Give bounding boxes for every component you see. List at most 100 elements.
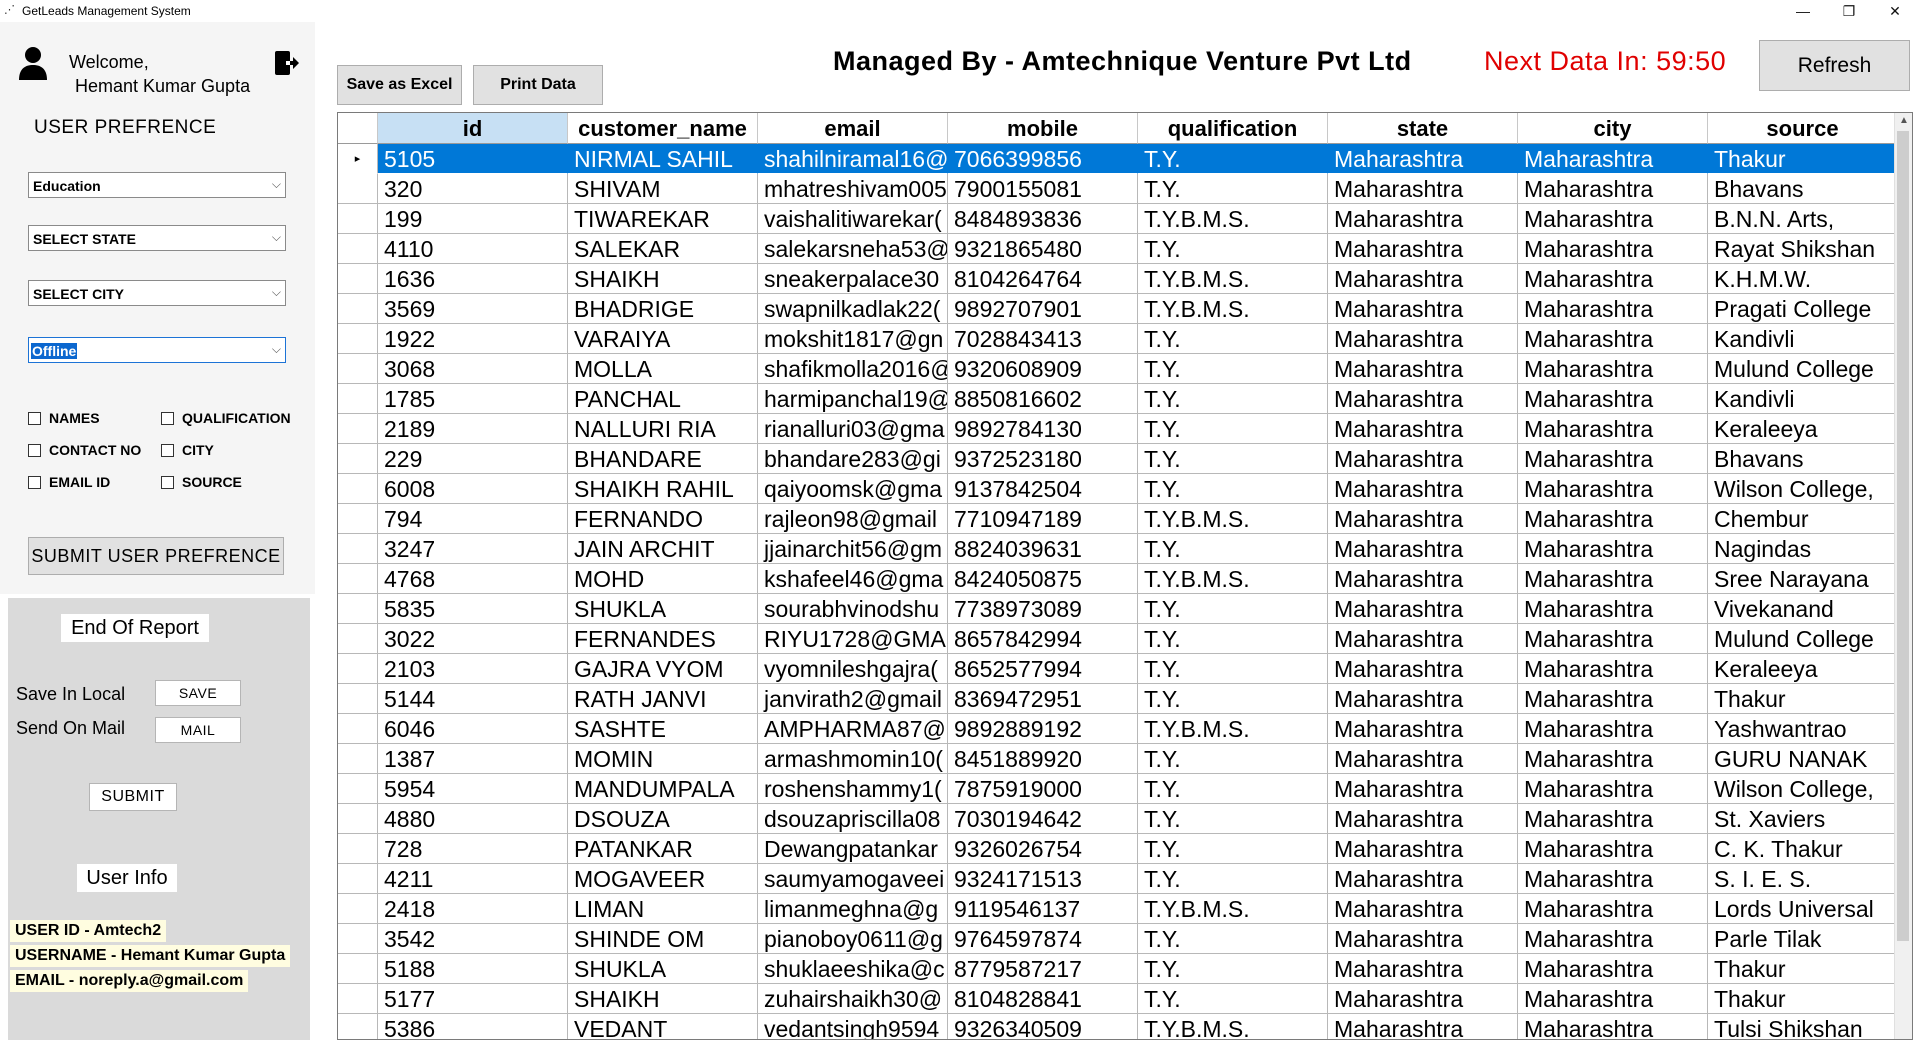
cell-email[interactable]: shuklaeeshika@c [758,954,948,984]
cell-qualification[interactable]: T.Y. [1138,954,1328,984]
maximize-button[interactable]: ❐ [1826,0,1872,22]
cell-mobile[interactable]: 8424050875 [948,564,1138,594]
cell-qualification[interactable]: T.Y. [1138,594,1328,624]
cell-qualification[interactable]: T.Y. [1138,804,1328,834]
cell-qualification[interactable]: T.Y. [1138,534,1328,564]
cell-city[interactable]: Maharashtra [1518,324,1708,354]
cell-city[interactable]: Maharashtra [1518,594,1708,624]
cell-id[interactable]: 3247 [378,534,568,564]
table-row[interactable]: 320 SHIVAM mhatreshivam005 7900155081 T.Y. Ma… [338,174,1898,204]
cell-email[interactable]: kshafeel46@gma [758,564,948,594]
print-data-button[interactable]: Print Data [473,65,603,105]
table-row[interactable]: 794 FERNANDO rajleon98@gmail 7710947189 T.Y.… [338,504,1898,534]
cell-qualification[interactable]: T.Y. [1138,174,1328,204]
cell-email[interactable]: saumyamogaveei [758,864,948,894]
row-header[interactable] [338,534,378,564]
cell-source[interactable]: Bhavans [1708,174,1898,204]
table-row[interactable]: 2418 LIMAN limanmeghna@g 9119546137 T.Y.B.M.… [338,894,1898,924]
cell-city[interactable]: Maharashtra [1518,864,1708,894]
table-row[interactable]: 1387 MOMIN armashmomin10(8451889920 T.Y. Mah… [338,744,1898,774]
cell-customer-name[interactable]: VARAIYA [568,324,758,354]
cell-email[interactable]: sneakerpalace30 [758,264,948,294]
row-header[interactable] [338,984,378,1014]
cell-email[interactable]: roshenshammy1( [758,774,948,804]
cell-email[interactable]: rianalluri03@gma [758,414,948,444]
minimize-button[interactable]: — [1780,0,1826,22]
cell-mobile[interactable]: 9372523180 [948,444,1138,474]
table-row[interactable]: 3247 JAIN ARCHIT jjainarchit56@gm 882403963… [338,534,1898,564]
state-dropdown[interactable]: SELECT STATE ⌵ [28,225,286,251]
column-header-qualification[interactable]: qualification [1138,113,1328,144]
cell-mobile[interactable]: 9119546137 [948,894,1138,924]
table-row[interactable]: 2189 NALLURI RIA rianalluri03@gma 989278413… [338,414,1898,444]
cell-source[interactable]: Wilson College, [1708,774,1898,804]
cell-mobile[interactable]: 8104264764 [948,264,1138,294]
cell-source[interactable]: Parle Tilak [1708,924,1898,954]
cell-state[interactable]: Maharashtra [1328,834,1518,864]
cell-customer-name[interactable]: FERNANDO [568,504,758,534]
table-row[interactable]: 5144 RATH JANVI janvirath2@gmail 8369472951… [338,684,1898,714]
cell-city[interactable]: Maharashtra [1518,234,1708,264]
cell-qualification[interactable]: T.Y. [1138,384,1328,414]
cell-qualification[interactable]: T.Y.B.M.S. [1138,204,1328,234]
cell-city[interactable]: Maharashtra [1518,924,1708,954]
cell-mobile[interactable]: 8657842994 [948,624,1138,654]
cell-id[interactable]: 1785 [378,384,568,414]
cell-email[interactable]: harmipanchal19@ [758,384,948,414]
row-header[interactable] [338,924,378,954]
table-row[interactable]: 2103 GAJRA VYOM vyomnileshgajra(8652577994… [338,654,1898,684]
checkbox-qualification[interactable]: QUALIFICATION [161,410,291,426]
cell-customer-name[interactable]: JAIN ARCHIT [568,534,758,564]
cell-qualification[interactable]: T.Y. [1138,774,1328,804]
table-row[interactable]: 6008 SHAIKH RAHIL qaiyoomsk@gma 9137842504 T… [338,474,1898,504]
cell-qualification[interactable]: T.Y. [1138,414,1328,444]
table-row[interactable]: 728 PATANKAR Dewangpatankar 9326026754 T.Y. M… [338,834,1898,864]
cell-city[interactable]: Maharashtra [1518,564,1708,594]
cell-qualification[interactable]: T.Y.B.M.S. [1138,894,1328,924]
row-header[interactable] [338,954,378,984]
row-header[interactable] [338,714,378,744]
cell-mobile[interactable]: 8369472951 [948,684,1138,714]
table-row[interactable]: 5954 MANDUMPALA roshenshammy1(7875919000 T.… [338,774,1898,804]
cell-qualification[interactable]: T.Y.B.M.S. [1138,294,1328,324]
row-header[interactable] [338,684,378,714]
table-row[interactable]: 3542 SHINDE OM pianoboy0611@g 9764597874 T.Y… [338,924,1898,954]
cell-state[interactable]: Maharashtra [1328,744,1518,774]
cell-state[interactable]: Maharashtra [1328,384,1518,414]
cell-id[interactable]: 4211 [378,864,568,894]
cell-state[interactable]: Maharashtra [1328,564,1518,594]
cell-qualification[interactable]: T.Y. [1138,474,1328,504]
cell-customer-name[interactable]: SASHTE [568,714,758,744]
table-row[interactable]: 1636 SHAIKH sneakerpalace30 8104264764 T.Y.B… [338,264,1898,294]
table-row[interactable]: 3569 BHADRIGE swapnilkadlak22(9892707901 T.… [338,294,1898,324]
cell-email[interactable]: RIYU1728@GMA [758,624,948,654]
submit-button[interactable]: SUBMIT [89,783,177,811]
cell-source[interactable]: Bhavans [1708,444,1898,474]
cell-qualification[interactable]: T.Y.B.M.S. [1138,264,1328,294]
cell-source[interactable]: S. I. E. S. [1708,864,1898,894]
cell-mobile[interactable]: 8484893836 [948,204,1138,234]
row-header[interactable] [338,564,378,594]
checkbox-city[interactable]: CITY [161,442,214,458]
column-header-id[interactable]: id [378,113,568,144]
cell-email[interactable]: swapnilkadlak22( [758,294,948,324]
table-row[interactable]: 4880 DSOUZA dsouzapriscilla08 7030194642 T.Y… [338,804,1898,834]
cell-source[interactable]: Keraleeya [1708,414,1898,444]
row-header[interactable] [338,624,378,654]
cell-email[interactable]: AMPHARMA87@ [758,714,948,744]
cell-qualification[interactable]: T.Y. [1138,324,1328,354]
cell-id[interactable]: 5188 [378,954,568,984]
cell-state[interactable]: Maharashtra [1328,954,1518,984]
cell-customer-name[interactable]: MANDUMPALA [568,774,758,804]
column-header-source[interactable]: source [1708,113,1898,144]
cell-qualification[interactable]: T.Y. [1138,684,1328,714]
cell-state[interactable]: Maharashtra [1328,414,1518,444]
cell-email[interactable]: mokshit1817@gn [758,324,948,354]
cell-city[interactable]: Maharashtra [1518,804,1708,834]
cell-email[interactable]: Dewangpatankar [758,834,948,864]
cell-source[interactable]: Rayat Shikshan [1708,234,1898,264]
checkbox-box[interactable] [161,411,174,425]
row-header[interactable] [338,654,378,684]
cell-source[interactable]: Wilson College, [1708,474,1898,504]
cell-customer-name[interactable]: SHIVAM [568,174,758,204]
